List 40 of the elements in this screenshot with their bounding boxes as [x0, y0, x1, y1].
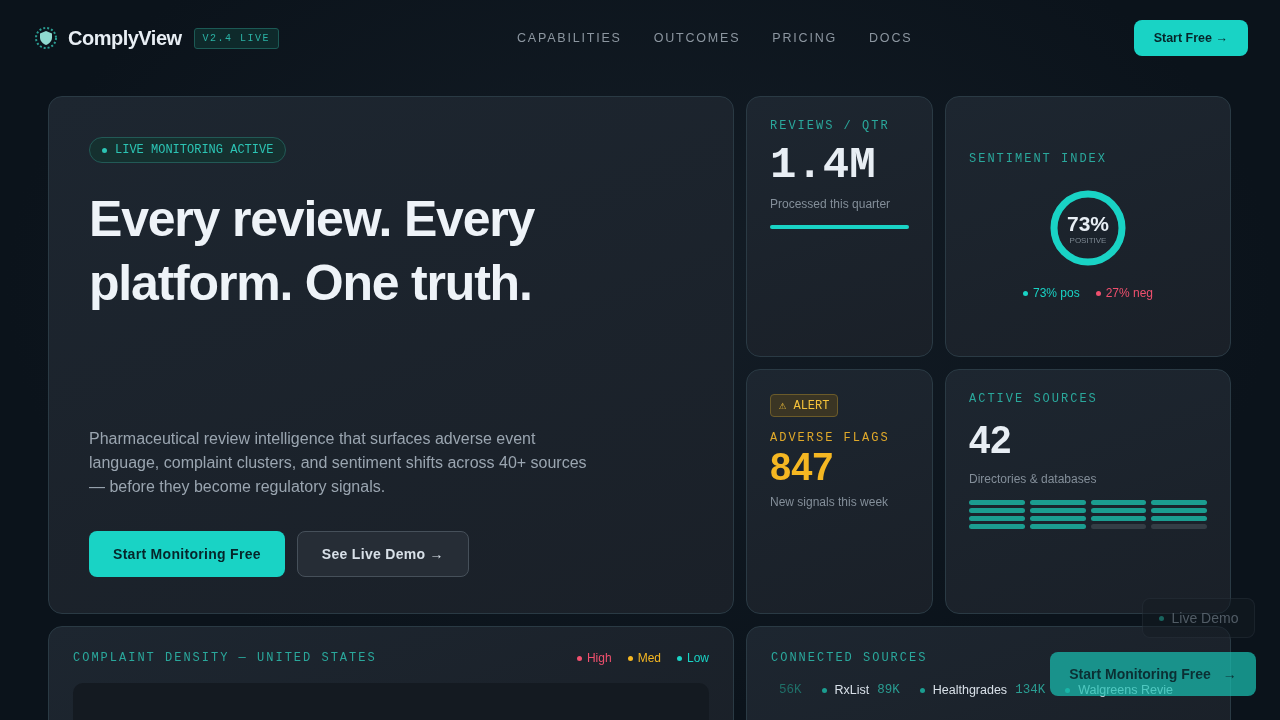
source-dot — [821, 687, 827, 693]
version-badge: V2.4 LIVE — [193, 27, 280, 49]
alert-badge: ⚠ ALERT — [770, 394, 839, 417]
source-count: 56K — [779, 683, 802, 697]
source-name: Healthgrades — [932, 683, 1008, 697]
flags-value: 847 — [770, 445, 835, 489]
source-count: 89K — [877, 683, 900, 697]
card-title: COMPLAINT DENSITY — UNITED STATES — [73, 651, 377, 665]
legend-label: 73% pos — [1032, 286, 1080, 300]
live-demo-button[interactable]: See Live Demo → — [296, 531, 469, 577]
sentiment-value: 73% — [1067, 211, 1109, 236]
legend-label: 27% neg — [1105, 286, 1154, 300]
reviews-value: 1.4M — [770, 139, 877, 191]
card-label: ADVERSE FLAGS — [770, 431, 891, 445]
legend-label: High — [586, 651, 612, 665]
brand-name[interactable]: ComplyView — [68, 26, 182, 50]
card-label: ACTIVE SOURCES — [969, 392, 1099, 406]
headline: Every review. Every platform. One truth. — [89, 190, 536, 313]
status-pill: LIVE MONITORING ACTIVE — [89, 137, 287, 163]
source-count: 134K — [1015, 683, 1046, 697]
sources-value: 42 — [969, 418, 1013, 463]
card-caption: New signals this week — [770, 495, 890, 509]
hero-description: Pharmaceutical review intelligence that surfaces adverse event language, complaint clusters, and sentiment shifts across 40+ sources — before they become regulatory signals. — [89, 429, 588, 497]
card-title: CONNECTED SOURCES — [771, 651, 929, 665]
legend-label: Low — [687, 651, 709, 665]
source-dot — [919, 687, 925, 693]
start-monitoring-button[interactable]: Start Monitoring Free — [89, 531, 285, 577]
card-caption: Processed this quarter — [770, 197, 892, 211]
card-caption: Directories & databases — [969, 472, 1098, 486]
sentiment-sub: POSITIVE — [1069, 235, 1107, 245]
nav-link[interactable]: PRICING — [772, 31, 838, 45]
nav-link[interactable]: OUTCOMES — [653, 31, 741, 45]
card-label: REVIEWS / QTR — [770, 119, 891, 133]
start-free-button[interactable]: Start Free → — [1133, 20, 1248, 56]
card-label: SENTIMENT INDEX — [969, 152, 1109, 166]
shield-logo-icon — [34, 26, 58, 50]
nav-link[interactable]: DOCS — [869, 31, 913, 45]
nav-link[interactable]: CAPABILITIES — [517, 31, 622, 45]
source-name: RxList — [834, 683, 870, 697]
legend-label: Med — [637, 651, 661, 665]
